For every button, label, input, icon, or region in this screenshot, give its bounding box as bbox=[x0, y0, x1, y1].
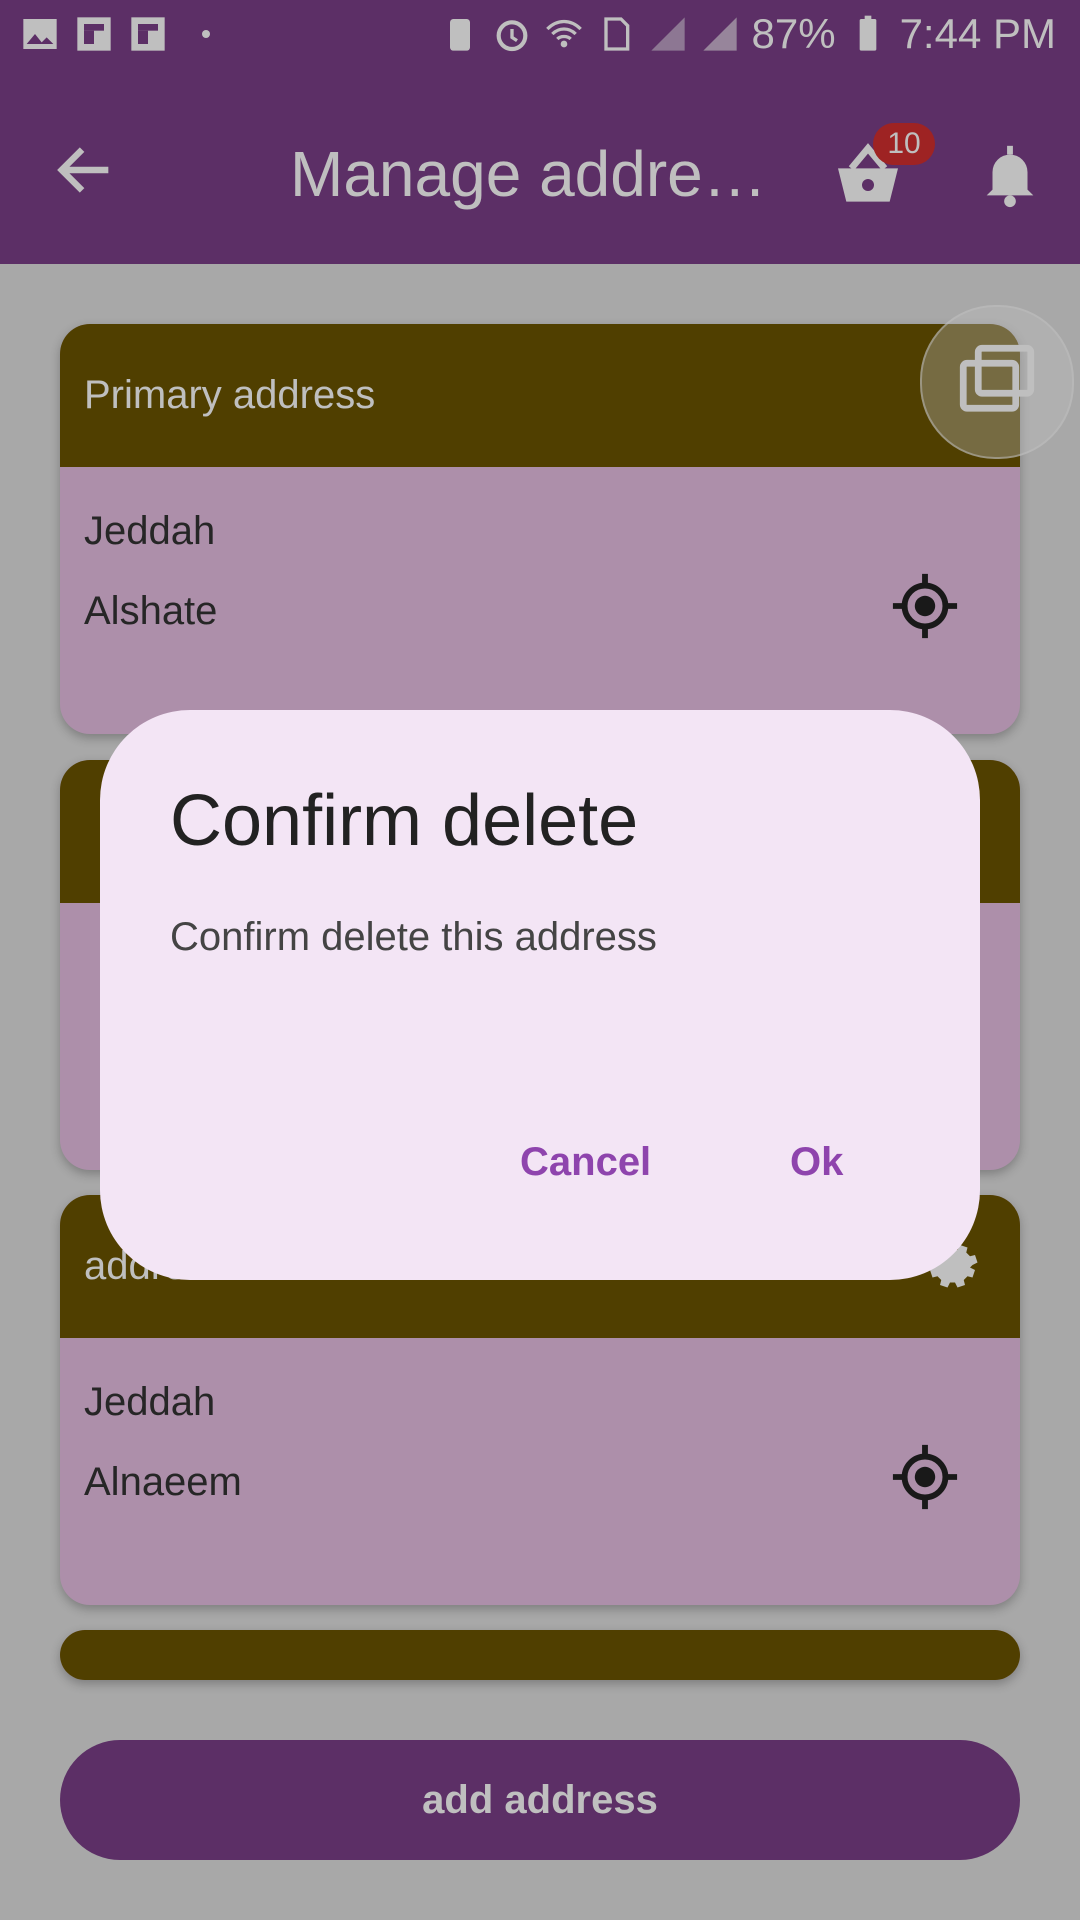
ok-button[interactable]: Ok bbox=[790, 1140, 843, 1185]
cancel-button[interactable]: Cancel bbox=[520, 1140, 651, 1185]
confirm-delete-dialog: Confirm delete Confirm delete this addre… bbox=[100, 710, 980, 1280]
dialog-message: Confirm delete this address bbox=[170, 915, 657, 959]
dialog-title: Confirm delete bbox=[170, 781, 639, 861]
